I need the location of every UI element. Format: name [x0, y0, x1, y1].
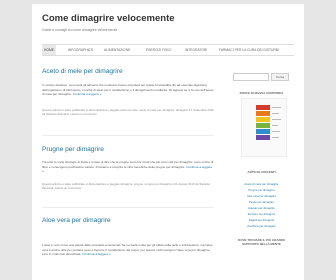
post-meta: Questo articolo è stato pubblicato in Al…: [42, 108, 214, 116]
post-excerpt: L'aloe è noto come una pianta dalle prop…: [42, 243, 214, 257]
recent-post-link[interactable]: Ananas per dimagrire: [233, 206, 290, 210]
post-excerpt-text: In campo dietetico, sono tanti gli alime…: [42, 83, 214, 97]
widget-title-support: DOVE TROVARE IL PIÙ GRANDE SUPPORTO NELL…: [238, 238, 285, 246]
recent-post-link[interactable]: Aceto di mele per dimagrire: [233, 182, 290, 186]
bmi-scale-line: [272, 125, 278, 126]
recent-post-link[interactable]: Fagioli per dimagrire: [233, 218, 290, 222]
nav-item-esercizi-fisici[interactable]: ESERCIZI FISICI: [146, 45, 171, 55]
post-divider: [42, 207, 214, 208]
site-title[interactable]: Come dimagrire velocemente: [42, 13, 175, 24]
search-button[interactable]: Cerca: [271, 73, 289, 81]
recent-post-link[interactable]: Zucchine per dimagrire: [233, 224, 290, 228]
recent-post-link[interactable]: Pesce per dimagrire: [233, 200, 290, 204]
post-title[interactable]: Aloe vera per dimagrire: [42, 217, 111, 224]
read-more-link[interactable]: Continua a leggere »: [73, 92, 102, 96]
post-title[interactable]: Aceto di mele per dimagrire: [42, 68, 123, 75]
post-excerpt-text: L'aloe è noto come una pianta dalle prop…: [42, 243, 213, 257]
bmi-scale-band: [256, 105, 270, 110]
post-meta: Questo articolo è stato pubblicato in Al…: [42, 182, 210, 190]
main-nav: HOME INFOGRAPHICS ALIMENTAZIONE ESERCIZI…: [42, 44, 294, 56]
post-divider: [42, 135, 214, 136]
post-title[interactable]: Prugne per dimagrire: [42, 146, 104, 153]
bmi-scale-line: [272, 119, 281, 120]
widget-title-recent: ARTICOLI RECENTI: [247, 170, 276, 174]
nav-item-home[interactable]: HOME: [42, 45, 56, 55]
nav-item-infographics[interactable]: INFOGRAPHICS: [68, 45, 93, 55]
search-input[interactable]: [233, 73, 269, 81]
read-more-link[interactable]: Continua a leggere »: [82, 252, 111, 256]
bmi-scale-band: [256, 123, 270, 128]
post-excerpt: In campo dietetico, sono tanti gli alime…: [42, 83, 214, 97]
bmi-scale-band: [256, 129, 270, 134]
nav-item-farmaci[interactable]: FARMACI PER LA CURA DEI DISTURBI: [219, 45, 279, 55]
bmi-scale-line: [272, 107, 281, 108]
recent-post-link[interactable]: Aloe vera per dimagrire: [233, 194, 290, 198]
bmi-scale-line: [272, 113, 279, 114]
bmi-scale-band: [256, 117, 270, 122]
bmi-scale-band: [256, 135, 270, 140]
widget-title-bmi: INDICE DI MASSA CORPOREA: [239, 91, 284, 95]
post-excerpt: Tra tutte le varie tipologie di frutta è…: [42, 160, 214, 174]
bmi-scale-line: [272, 131, 280, 132]
bmi-scale-band: [256, 111, 270, 116]
bmi-scale-line: [272, 137, 279, 138]
site-description: Guide e consigli su come dimagrire veloc…: [42, 28, 118, 32]
recent-post-link[interactable]: Prugne per dimagrire: [233, 188, 290, 192]
nav-item-alimentazione[interactable]: ALIMENTAZIONE: [104, 45, 130, 55]
page-container: Come dimagrire velocemente Guide e consi…: [32, 4, 304, 280]
bmi-chart-image: [241, 98, 287, 157]
nav-item-integratori[interactable]: INTEGRATORI: [185, 45, 207, 55]
recent-post-link[interactable]: Zenzero per dimagrire: [233, 212, 290, 216]
